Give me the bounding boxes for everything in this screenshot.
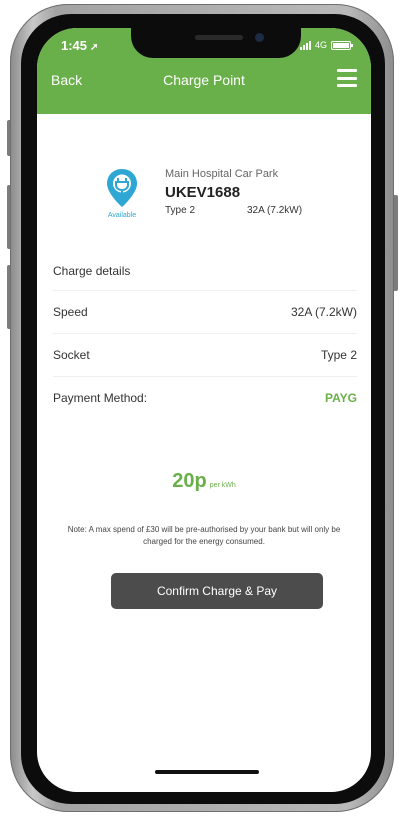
pre-authorisation-note: Note: A max spend of £30 will be pre-aut…	[67, 525, 341, 546]
hamburger-menu-icon[interactable]	[337, 69, 357, 87]
detail-row-speed: Speed 32A (7.2kW)	[53, 291, 357, 334]
front-camera	[255, 33, 264, 42]
confirm-charge-button[interactable]: Confirm Charge & Pay	[111, 573, 323, 609]
battery-icon	[331, 40, 353, 50]
charge-point-id: UKEV1688	[165, 184, 241, 201]
location-arrow-icon: ➚	[90, 42, 99, 53]
charge-point-location: Main Hospital Car Park	[165, 168, 279, 180]
availability-status: Available	[107, 212, 137, 219]
home-indicator[interactable]	[155, 770, 259, 774]
detail-value: 32A (7.2kW)	[290, 305, 357, 319]
battery-level-fill	[333, 42, 349, 48]
detail-label: Socket	[53, 348, 90, 362]
connector-type: Type 2	[165, 205, 196, 216]
detail-label: Payment Method:	[53, 391, 148, 405]
ev-charger-pin-icon	[107, 169, 137, 207]
detail-row-payment-method[interactable]: Payment Method: PAYG	[53, 377, 357, 419]
detail-label: Speed	[53, 305, 88, 319]
status-time-text: 1:45	[61, 38, 88, 53]
price-amount: 20p	[172, 470, 207, 492]
app-header: 1:45 ➚ 4G Back Charge Point	[37, 28, 371, 114]
charge-point-card: Available Main Hospital Car Park UKEV168…	[37, 158, 371, 238]
notch	[131, 28, 301, 58]
stage: 1:45 ➚ 4G Back Charge Point Available Ma…	[0, 0, 400, 820]
charge-details-title: Charge details	[53, 264, 131, 278]
charge-point-power: 32A (7.2kW)	[247, 205, 303, 216]
detail-row-socket: Socket Type 2	[53, 334, 357, 377]
price-unit: per kWh	[209, 482, 236, 489]
payment-method-value[interactable]: PAYG	[325, 391, 357, 405]
app-screen: 1:45 ➚ 4G Back Charge Point Available Ma…	[37, 28, 371, 792]
speaker-grille	[195, 35, 243, 40]
price-display: 20p per kWh	[37, 470, 371, 493]
charge-details: Charge details Speed 32A (7.2kW) Socket …	[37, 252, 371, 419]
status-indicators: 4G	[299, 40, 353, 50]
signal-strength-icon	[299, 40, 311, 50]
charge-details-heading: Charge details	[53, 252, 357, 291]
page-title: Charge Point	[163, 72, 245, 88]
network-type: 4G	[314, 40, 327, 50]
detail-value: Type 2	[320, 348, 357, 362]
status-time: 1:45 ➚	[61, 38, 98, 53]
